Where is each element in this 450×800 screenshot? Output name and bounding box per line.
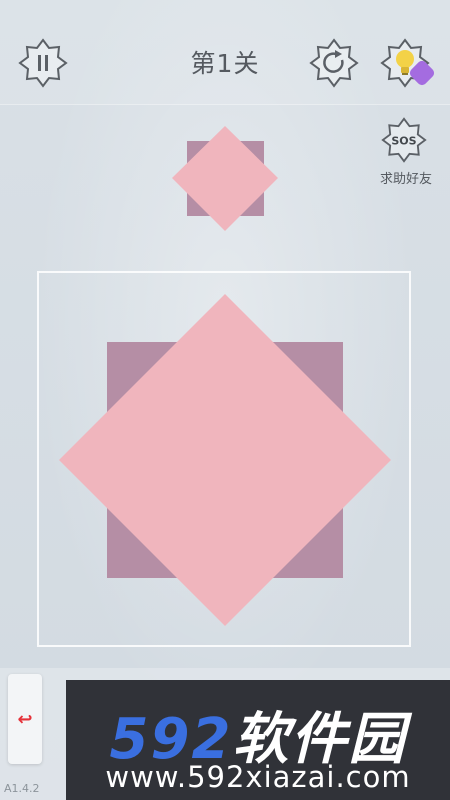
- puzzle-board: [59, 294, 391, 626]
- watermark-banner: 592软件园 www.592xiazai.com: [66, 680, 450, 800]
- game-screen: 第1关 SOS 求助好友 ↩ A1.4.2 592软件园 www.592xiaz…: [0, 0, 450, 800]
- undo-icon: ↩: [17, 708, 33, 730]
- watermark-url: www.592xiazai.com: [105, 760, 411, 794]
- undo-button[interactable]: ↩: [8, 674, 42, 764]
- version-label: A1.4.2: [4, 782, 40, 795]
